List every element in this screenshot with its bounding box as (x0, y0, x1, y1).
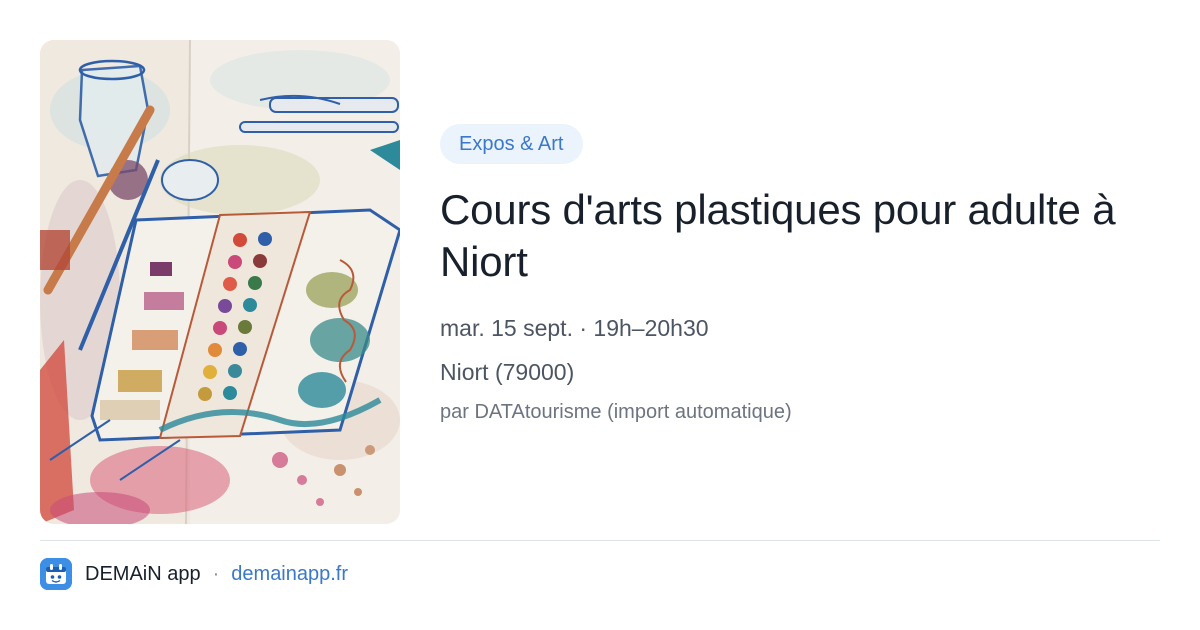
event-details: Expos & Art Cours d'arts plastiques pour… (440, 124, 1160, 426)
app-name: DEMAiN app (85, 562, 201, 585)
website-link[interactable]: demainapp.fr (231, 563, 348, 586)
event-datetime: mar. 15 sept. · 19h–20h30 (440, 315, 709, 341)
footer-divider (40, 540, 1160, 541)
event-image (40, 40, 400, 524)
event-title: Cours d'arts plastiques pour adulte à Ni… (440, 186, 1116, 285)
category-badge[interactable]: Expos & Art (440, 124, 583, 164)
footer-separator: · (212, 562, 220, 585)
footer: DEMAiN app · demainapp.fr (40, 557, 348, 591)
demain-app-icon (40, 558, 72, 590)
event-source: par DATAtourisme (import automatique) (440, 401, 792, 423)
event-location: Niort (79000) (440, 359, 575, 385)
